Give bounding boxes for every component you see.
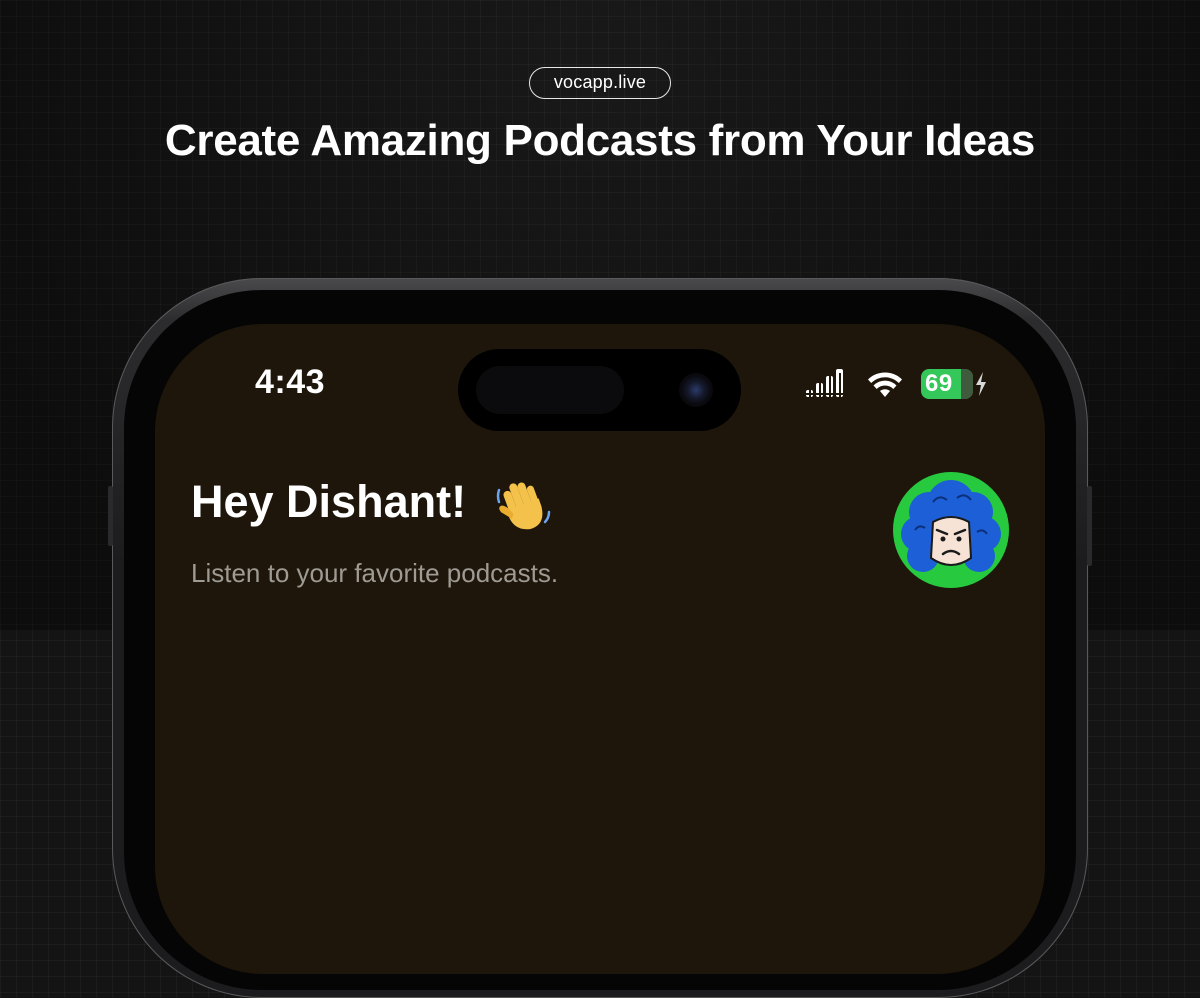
phone-side-button-right	[1087, 486, 1092, 566]
waving-hand-icon	[496, 482, 551, 530]
battery-empty-segment	[961, 369, 973, 399]
phone-screen: 4:43 69 Hey Dishant! Listen to your favo…	[155, 324, 1045, 974]
greeting-title: Hey Dishant!	[191, 476, 467, 527]
phone-side-button-left	[108, 486, 113, 546]
page-headline: Create Amazing Podcasts from Your Ideas	[164, 116, 1036, 165]
user-avatar[interactable]	[893, 472, 1009, 588]
wifi-icon	[868, 372, 902, 397]
battery-level: 69	[925, 370, 953, 397]
dynamic-island	[458, 349, 741, 431]
charging-bolt-icon	[976, 372, 986, 396]
battery-icon: 69	[921, 369, 973, 399]
status-time: 4:43	[255, 363, 326, 401]
island-sensor	[476, 366, 624, 414]
avatar-illustration	[901, 480, 1001, 572]
site-url-badge[interactable]: vocapp.live	[529, 67, 671, 99]
cellular-signal-icon	[806, 369, 846, 397]
greeting-subtitle: Listen to your favorite podcasts.	[191, 558, 559, 588]
front-camera-icon	[679, 373, 713, 407]
